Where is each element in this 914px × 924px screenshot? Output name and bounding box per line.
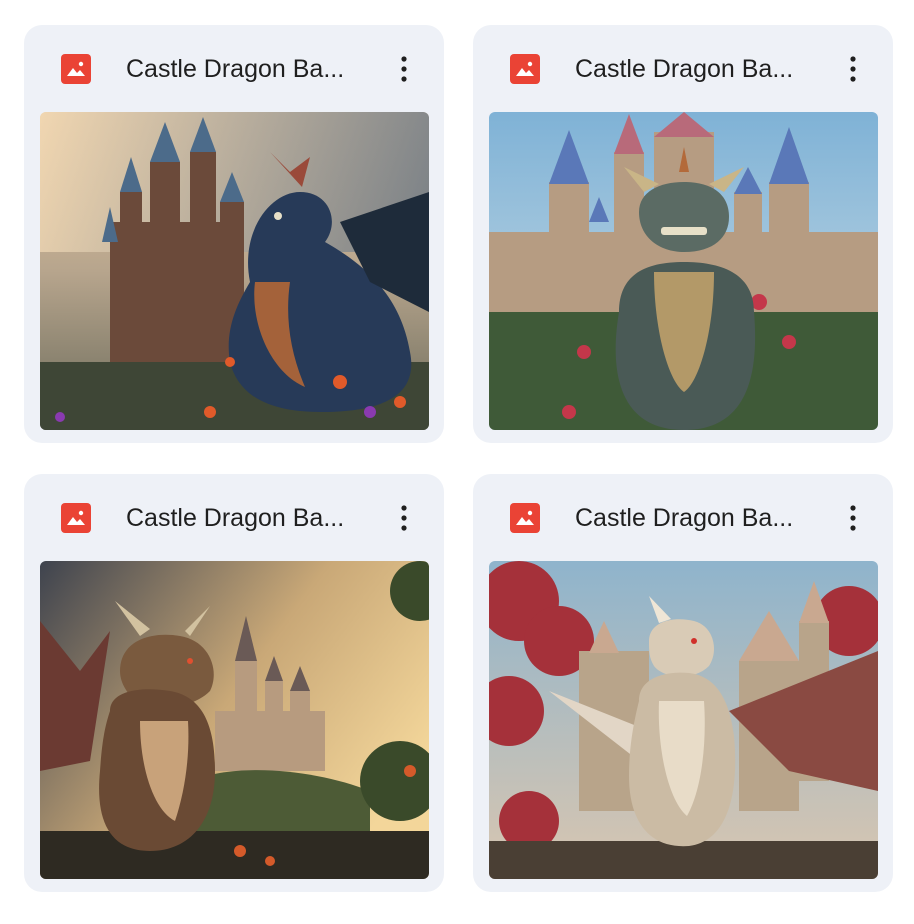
file-card[interactable]: Castle Dragon Ba...: [24, 25, 444, 443]
image-file-icon: [61, 503, 91, 533]
file-name[interactable]: Castle Dragon Ba...: [575, 51, 810, 87]
more-options-button[interactable]: [833, 496, 873, 540]
file-thumbnail[interactable]: [40, 112, 429, 430]
more-options-button[interactable]: [384, 496, 424, 540]
more-vert-icon: [850, 56, 856, 82]
image-file-icon: [510, 503, 540, 533]
file-card[interactable]: Castle Dragon Ba...: [473, 25, 893, 443]
image-file-icon: [510, 54, 540, 84]
file-grid: Castle Dragon Ba... Castle Dragon Ba... …: [0, 0, 914, 924]
file-card-header: Castle Dragon Ba...: [24, 25, 444, 111]
file-name[interactable]: Castle Dragon Ba...: [126, 51, 361, 87]
file-card[interactable]: Castle Dragon Ba...: [473, 474, 893, 892]
file-thumbnail[interactable]: [489, 561, 878, 879]
more-options-button[interactable]: [384, 47, 424, 91]
more-options-button[interactable]: [833, 47, 873, 91]
image-file-icon: [61, 54, 91, 84]
file-name[interactable]: Castle Dragon Ba...: [575, 500, 810, 536]
file-name[interactable]: Castle Dragon Ba...: [126, 500, 361, 536]
file-card-header: Castle Dragon Ba...: [473, 25, 893, 111]
file-card[interactable]: Castle Dragon Ba...: [24, 474, 444, 892]
more-vert-icon: [401, 56, 407, 82]
more-vert-icon: [401, 505, 407, 531]
file-card-header: Castle Dragon Ba...: [24, 474, 444, 560]
more-vert-icon: [850, 505, 856, 531]
file-thumbnail[interactable]: [489, 112, 878, 430]
file-thumbnail[interactable]: [40, 561, 429, 879]
file-card-header: Castle Dragon Ba...: [473, 474, 893, 560]
